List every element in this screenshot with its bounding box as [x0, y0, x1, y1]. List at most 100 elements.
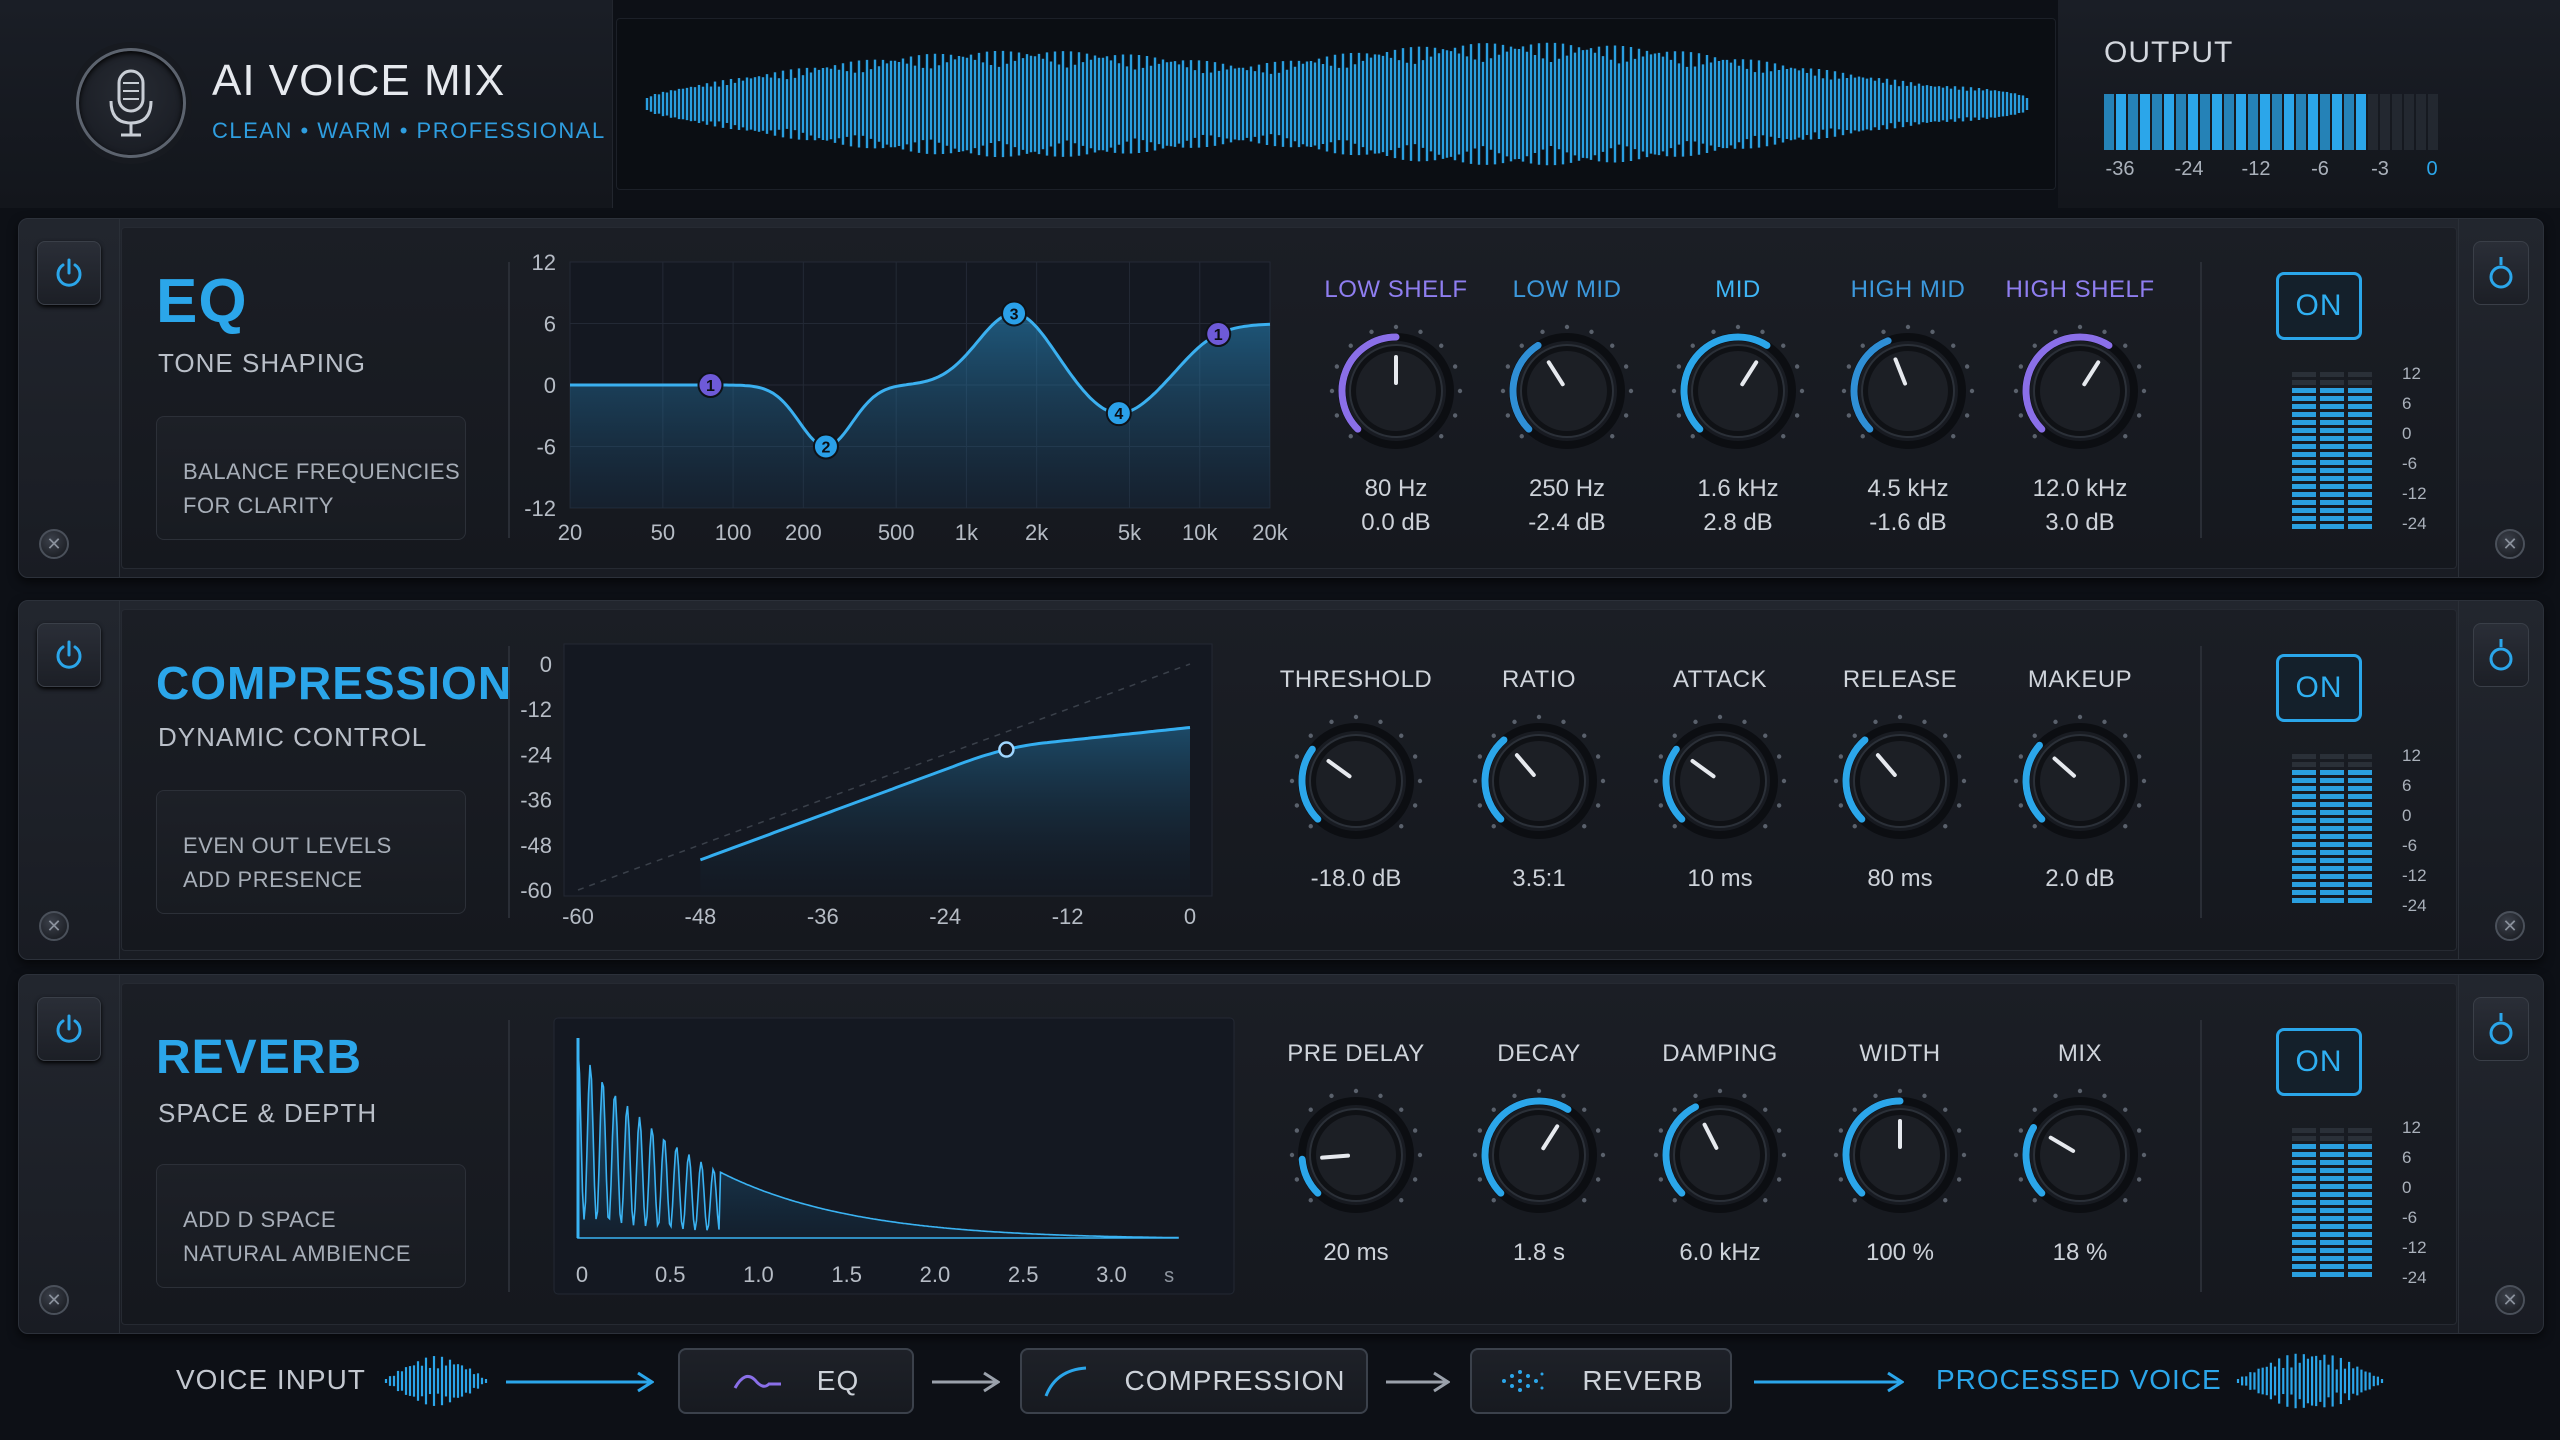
meter-scale-tick: -24: [2402, 514, 2427, 533]
compression-bypass-button[interactable]: [37, 623, 101, 687]
compression-curve-icon: [1045, 1366, 1087, 1397]
eq-band-node[interactable]: 1: [1205, 321, 1232, 348]
eq-x-tick: 500: [878, 520, 915, 545]
chain-step-eq[interactable]: EQ: [678, 1348, 914, 1414]
knob-decay[interactable]: [1464, 1080, 1614, 1230]
knob-value: 12.0 kHz 3.0 dB: [2032, 475, 2128, 536]
compression-y-tick: -60: [520, 878, 552, 903]
compression-description-line: ADD PRESENCE: [183, 867, 363, 892]
meter-scale-tick: -24: [2402, 1268, 2427, 1287]
compression-transfer-graph[interactable]: -60 -48 -36 -24 -12 0 0 -12 -24 -36 -48 -60: [520, 640, 1230, 930]
knob-pre-delay[interactable]: [1281, 1080, 1431, 1230]
knob-high-shelf[interactable]: [2005, 316, 2155, 466]
divider: [508, 1020, 510, 1292]
eq-y-tick: -6: [536, 435, 556, 460]
compression-y-tick: -36: [520, 788, 552, 813]
knob-value: 1.8 s: [1512, 1239, 1566, 1266]
meter-scale-tick: -6: [2402, 454, 2418, 473]
screw-icon: ✕: [39, 529, 69, 559]
svg-text:1: 1: [1214, 327, 1223, 344]
knob-value: 80 Hz 0.0 dB: [1361, 475, 1431, 536]
knob-label: MAKEUP: [2027, 666, 2133, 693]
svg-text:1: 1: [706, 378, 715, 395]
eq-band-node[interactable]: 2: [812, 433, 839, 460]
knob-label: RELEASE: [1842, 666, 1958, 693]
meter-scale-tick: 6: [2402, 776, 2412, 795]
knob-label: MIX: [2057, 1040, 2103, 1067]
knob-mid[interactable]: [1663, 316, 1813, 466]
svg-text:2: 2: [821, 439, 830, 456]
knob-ratio[interactable]: [1464, 706, 1614, 856]
knob-value: 6.0 kHz: [1679, 1239, 1761, 1266]
eq-meter-scale: 12 6 0 -6 -12 -24: [2402, 364, 2442, 544]
input-waveform-display: [616, 18, 2056, 190]
chain-step-reverb[interactable]: REVERB: [1470, 1348, 1732, 1414]
eq-band-node[interactable]: 3: [1001, 300, 1028, 327]
eq-bypass-button[interactable]: [37, 241, 101, 305]
eq-band-node[interactable]: 4: [1105, 400, 1132, 427]
meter-scale-tick: 0: [2402, 424, 2412, 443]
meter-scale-tick: -24: [2402, 896, 2427, 915]
link-icon: [2489, 1013, 2513, 1045]
output-scale-tick: -6: [2311, 158, 2329, 180]
eq-y-tick: 12: [532, 250, 556, 275]
knob-threshold[interactable]: [1281, 706, 1431, 856]
eq-band-node[interactable]: 1: [697, 372, 724, 399]
compression-on-button[interactable]: ON: [2276, 654, 2362, 722]
reverb-description-line: ADD D SPACE: [183, 1207, 337, 1232]
knob-value: -18.0 dB: [1310, 865, 1402, 892]
screw-icon: ✕: [2495, 1285, 2525, 1315]
knob-release[interactable]: [1825, 706, 1975, 856]
compression-description-line: EVEN OUT LEVELS: [183, 833, 392, 858]
reverb-level-meter: [2292, 1128, 2372, 1277]
knob-label: LOW SHELF: [1324, 276, 1468, 303]
app-tagline: CLEAN • WARM • PROFESSIONAL: [212, 118, 606, 143]
meter-scale-tick: 12: [2402, 1118, 2421, 1137]
eq-x-tick: 10k: [1182, 520, 1218, 545]
eq-on-button[interactable]: ON: [2276, 272, 2362, 340]
compression-subtitle: DYNAMIC CONTROL: [158, 722, 428, 752]
eq-y-tick: 6: [544, 312, 556, 337]
knob-label: WIDTH: [1859, 1040, 1941, 1067]
eq-link-button[interactable]: [2473, 241, 2529, 305]
eq-curve-graph[interactable]: 20 50 100 200 500 1k 2k 5k 10k 20k1260-6-1212341: [520, 250, 1290, 556]
eq-right-rail: ✕: [2458, 219, 2543, 577]
knob-low-mid[interactable]: [1492, 316, 1642, 466]
eq-x-tick: 5k: [1118, 520, 1142, 545]
divider: [2200, 1020, 2202, 1292]
meter-scale-tick: 6: [2402, 394, 2412, 413]
reverb-decay-graph[interactable]: 0 0.5 1.0 1.5 2.0 2.5 3.0 s: [553, 1017, 1235, 1295]
knob-damping[interactable]: [1645, 1080, 1795, 1230]
reverb-bypass-button[interactable]: [37, 997, 101, 1061]
knob-low-shelf[interactable]: [1321, 316, 1471, 466]
compression-link-button[interactable]: [2473, 623, 2529, 687]
reverb-x-tick: 1.5: [831, 1262, 862, 1287]
link-icon: [2489, 639, 2513, 671]
reverb-x-tick: 3.0: [1096, 1262, 1127, 1287]
threshold-handle[interactable]: [998, 741, 1015, 758]
knob-label: RATIO: [1501, 666, 1577, 693]
compression-meter-scale: 12 6 0 -6 -12 -24: [2402, 746, 2442, 920]
reverb-link-button[interactable]: [2473, 997, 2529, 1061]
compression-y-tick: -48: [520, 833, 552, 858]
knob-width[interactable]: [1825, 1080, 1975, 1230]
knob-label: THRESHOLD: [1279, 666, 1433, 693]
knob-attack[interactable]: [1645, 706, 1795, 856]
knob-mix[interactable]: [2005, 1080, 2155, 1230]
output-scale-tick: -24: [2174, 158, 2204, 180]
meter-scale-tick: -12: [2402, 484, 2427, 503]
output-scale-tick: -36: [2105, 158, 2135, 180]
reverb-x-tick: 2.5: [1008, 1262, 1039, 1287]
compression-y-tick: -24: [520, 742, 552, 767]
eq-left-rail: ✕: [19, 219, 120, 577]
knob-high-mid[interactable]: [1833, 316, 1983, 466]
knob-label: PRE DELAY: [1287, 1040, 1425, 1067]
knob-label: HIGH SHELF: [2005, 276, 2155, 303]
eq-description-line: FOR CLARITY: [183, 493, 334, 518]
knob-label: DAMPING: [1662, 1040, 1778, 1067]
arrow-right-icon: [932, 1371, 1000, 1393]
knob-makeup[interactable]: [2005, 706, 2155, 856]
reverb-on-button[interactable]: ON: [2276, 1028, 2362, 1096]
chain-step-label: EQ: [816, 1365, 860, 1396]
chain-step-compression[interactable]: COMPRESSION: [1020, 1348, 1368, 1414]
